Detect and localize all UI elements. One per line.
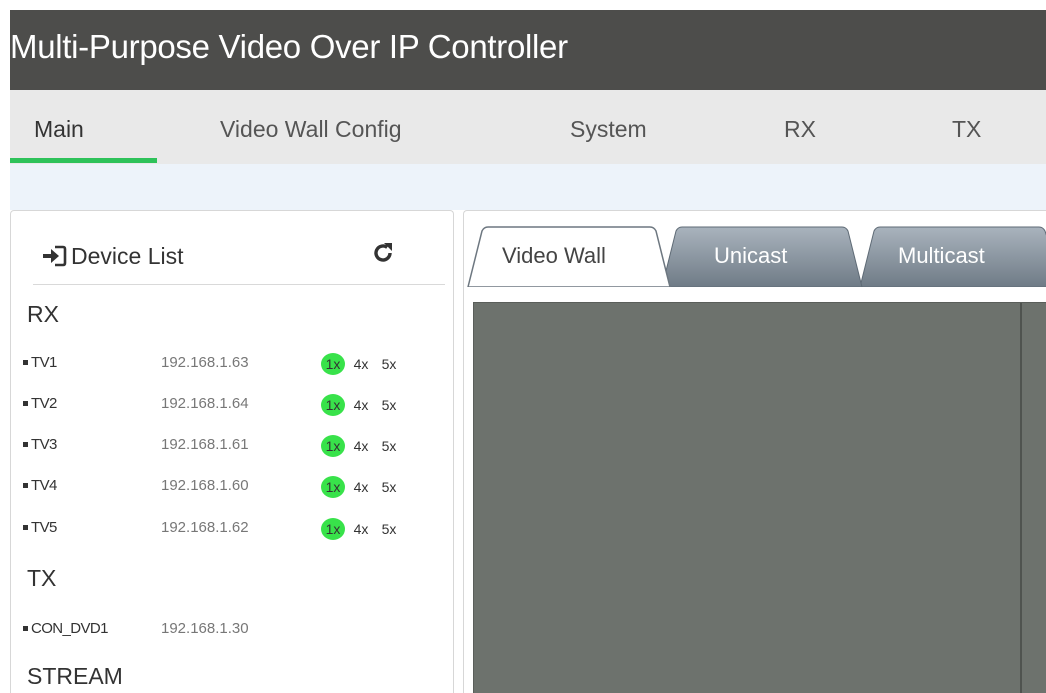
mode-4x-button[interactable]: 4x [349,435,373,457]
nav-tab-rx[interactable]: RX [784,116,816,143]
login-icon [43,245,67,267]
section-stream: STREAM [27,663,123,689]
active-tab-indicator [10,158,157,163]
nav-tab-system[interactable]: System [570,116,647,143]
mode-5x-button[interactable]: 5x [377,435,401,457]
section-rx: RX [27,301,59,327]
bullet [23,483,28,488]
mode-4x-button[interactable]: 4x [349,394,373,416]
bullet [23,360,28,365]
mode-5x-button[interactable]: 5x [377,394,401,416]
wall-divider [1020,303,1022,693]
mode-1x-button[interactable]: 1x [321,476,345,498]
device-ip: 192.168.1.30 [161,620,249,637]
device-ip: 192.168.1.63 [161,354,249,371]
mode-5x-button[interactable]: 5x [377,518,401,540]
device-row[interactable]: TV2 192.168.1.64 1x 4x 5x [11,392,451,418]
device-name: TV4 [31,477,57,494]
device-ip: 192.168.1.62 [161,519,249,536]
main-nav: Main Video Wall Config System RX TX [10,90,1046,164]
device-name: TV2 [31,395,57,412]
device-name: TV3 [31,436,57,453]
device-ip: 192.168.1.64 [161,395,249,412]
nav-tab-tx[interactable]: TX [952,116,981,143]
bullet [23,442,28,447]
device-list-panel: Device List RX TV1 192.168.1.63 1x 4x 5x… [10,210,454,693]
device-list-header: Device List [33,239,445,285]
bullet [23,525,28,530]
device-row[interactable]: TV3 192.168.1.61 1x 4x 5x [11,433,451,459]
tab-video-wall[interactable]: Video Wall [502,243,606,269]
mode-1x-button[interactable]: 1x [321,518,345,540]
nav-tab-main[interactable]: Main [34,116,84,143]
app-title: Multi-Purpose Video Over IP Controller [10,28,568,65]
refresh-icon[interactable] [371,241,395,265]
bullet [23,626,28,631]
mode-4x-button[interactable]: 4x [349,353,373,375]
device-row[interactable]: TV5 192.168.1.62 1x 4x 5x [11,516,451,542]
video-wall-canvas[interactable] [473,302,1046,693]
mode-4x-button[interactable]: 4x [349,476,373,498]
mode-5x-button[interactable]: 5x [377,353,401,375]
device-name: TV1 [31,354,57,371]
content-panel: Video Wall Unicast Multicast [463,210,1046,693]
device-name: TV5 [31,519,57,536]
title-bar: Multi-Purpose Video Over IP Controller [10,10,1046,90]
tab-unicast[interactable]: Unicast [714,243,787,269]
mode-4x-button[interactable]: 4x [349,518,373,540]
device-row[interactable]: TV4 192.168.1.60 1x 4x 5x [11,474,451,500]
device-ip: 192.168.1.61 [161,436,249,453]
section-tx: TX [27,565,57,591]
device-row[interactable]: CON_DVD1 192.168.1.30 [11,617,451,643]
bullet [23,401,28,406]
mode-5x-button[interactable]: 5x [377,476,401,498]
device-ip: 192.168.1.60 [161,477,249,494]
device-name: CON_DVD1 [31,620,108,637]
toolbar-strip [10,164,1046,210]
mode-1x-button[interactable]: 1x [321,394,345,416]
mode-1x-button[interactable]: 1x [321,353,345,375]
mode-1x-button[interactable]: 1x [321,435,345,457]
nav-tab-video-wall-config[interactable]: Video Wall Config [220,116,402,143]
device-list-title: Device List [71,243,184,269]
device-row[interactable]: TV1 192.168.1.63 1x 4x 5x [11,351,451,377]
tab-multicast[interactable]: Multicast [898,243,985,269]
